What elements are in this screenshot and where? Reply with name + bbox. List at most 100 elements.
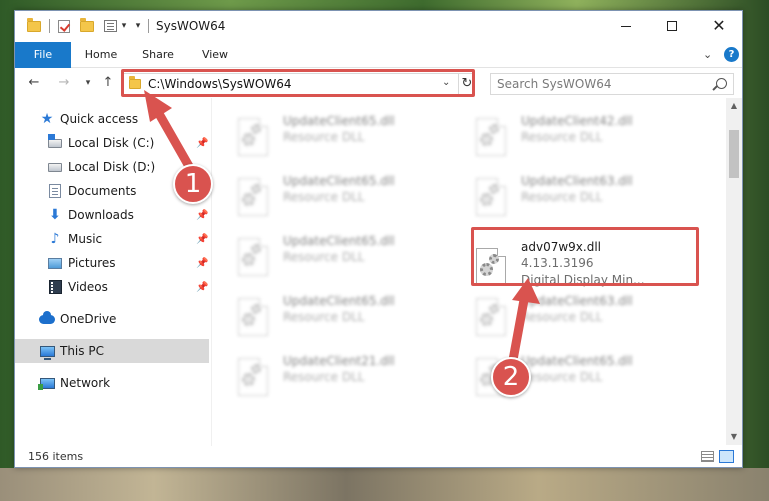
file-name: UpdateClient65.dll [283,114,395,128]
sidebar-item-label: This PC [60,344,104,358]
sidebar-item-label: Music [68,232,103,246]
documents-icon [47,183,63,199]
step-1-badge: 1 [173,164,213,204]
sidebar-item-local-disk-c[interactable]: Local Disk (C:) 📌 [15,131,209,155]
customize-dropdown-icon[interactable]: ▾ [119,17,129,35]
step-2-badge: 2 [491,357,531,397]
file-description: Resource DLL [283,310,365,324]
file-tile[interactable]: UpdateClient63.dll Resource DLL [450,172,680,222]
pin-icon[interactable]: 📌 [196,210,208,221]
music-icon: ♪ [50,231,60,247]
file-description: Resource DLL [283,250,365,264]
scroll-down-arrow-icon[interactable]: ▼ [726,429,742,445]
file-description: Resource DLL [521,310,603,324]
maximize-button[interactable] [649,11,695,41]
tab-view[interactable]: View [193,42,237,68]
download-icon: ⬇ [49,207,61,223]
properties-icon[interactable] [101,17,119,35]
file-tile[interactable]: UpdateClient65.dll Resource DLL [212,232,442,282]
item-count: 156 items [28,450,84,463]
file-tile[interactable]: UpdateClient65.dll Resource DLL [212,112,442,162]
large-icons-view-icon[interactable] [719,450,734,463]
tab-share[interactable]: Share [135,42,181,68]
sidebar-item-music[interactable]: ♪ Music 📌 [15,227,209,251]
file-highlight [471,227,699,286]
computer-icon [39,343,55,360]
toolbar-separator [145,17,151,35]
up-arrow-icon[interactable]: ↑ [99,74,117,92]
details-view-icon[interactable] [701,451,714,462]
minimize-icon [621,25,631,27]
scroll-up-arrow-icon[interactable]: ▲ [726,98,742,114]
tab-file[interactable]: File [15,42,71,68]
search-box[interactable]: Search SysWOW64 [490,73,734,95]
file-name: UpdateClient65.dll [283,234,395,248]
file-name: UpdateClient65.dll [283,294,395,308]
cloud-icon [39,310,55,327]
file-name: UpdateClient65.dll [521,354,633,368]
quick-access-toolbar-chevron-icon[interactable]: ▾ [131,17,145,35]
network-icon [37,375,55,391]
status-bar: 156 items [15,446,742,467]
search-icon [716,78,727,89]
file-tile[interactable]: UpdateClient65.dll Resource DLL [212,292,442,342]
forward-arrow-icon[interactable]: → [55,74,73,92]
title-bar: ▾ ▾ SysWOW64 ✕ [15,11,742,42]
new-folder-icon[interactable] [78,17,96,35]
sidebar-item-label: Local Disk (C:) [68,136,155,150]
sidebar-item-this-pc[interactable]: This PC [15,339,209,363]
pin-icon[interactable]: 📌 [196,138,208,149]
dll-file-icon [476,118,506,156]
toolbar-separator [46,17,52,35]
scrollbar-thumb[interactable] [729,130,739,178]
sidebar-item-pictures[interactable]: Pictures 📌 [15,251,209,275]
file-tile[interactable]: UpdateClient63.dll Resource DLL [450,292,680,342]
pictures-icon [47,255,63,271]
file-description: Resource DLL [521,130,603,144]
file-tile[interactable]: UpdateClient21.dll Resource DLL [212,352,442,402]
star-icon: ★ [40,111,54,127]
pin-icon[interactable]: 📌 [196,282,208,293]
search-input[interactable]: Search SysWOW64 [497,77,611,91]
sidebar-item-label: Downloads [68,208,134,222]
dll-file-icon [476,178,506,216]
sidebar-item-label: Quick access [60,112,139,126]
videos-icon [47,279,63,295]
vertical-scrollbar[interactable]: ▲ ▼ [726,98,742,445]
minimize-button[interactable] [603,11,649,41]
file-name: UpdateClient42.dll [521,114,633,128]
file-tile[interactable]: UpdateClient65.dll Resource DLL [212,172,442,222]
dll-file-icon [238,118,268,156]
tab-home[interactable]: Home [77,42,125,68]
close-button[interactable]: ✕ [696,11,742,41]
file-tile[interactable]: UpdateClient65.dll Resource DLL [450,352,680,402]
back-arrow-icon[interactable]: ← [25,74,43,92]
pin-icon[interactable]: 📌 [196,234,208,245]
properties-check-icon[interactable] [55,17,73,35]
help-icon[interactable]: ? [724,47,739,62]
file-description: Resource DLL [283,370,365,384]
sidebar-item-downloads[interactable]: ⬇ Downloads 📌 [15,203,209,227]
sidebar-item-quick-access[interactable]: ★ Quick access [15,107,209,131]
sidebar-item-onedrive[interactable]: OneDrive [15,307,209,331]
recent-locations-chevron-icon[interactable]: ▾ [79,74,97,92]
sidebar-item-label: Network [60,376,111,390]
drive-icon [47,133,63,151]
sidebar-item-label: Local Disk (D:) [68,160,156,174]
file-tile[interactable]: UpdateClient42.dll Resource DLL [450,112,680,162]
pin-icon[interactable]: 📌 [196,258,208,269]
maximize-icon [667,21,677,31]
close-icon: ✕ [712,16,726,35]
expand-ribbon-chevron-icon[interactable]: ⌄ [703,48,712,61]
file-description: Resource DLL [283,130,365,144]
sidebar-item-label: Videos [68,280,108,294]
sidebar-item-label: Documents [68,184,137,198]
file-description: Resource DLL [521,370,603,384]
sidebar-item-network[interactable]: Network [15,371,209,395]
sidebar-item-videos[interactable]: Videos 📌 [15,275,209,299]
dll-file-icon [476,298,506,336]
window-title: SysWOW64 [156,19,226,33]
sidebar-item-label: Pictures [68,256,116,270]
dll-file-icon [238,178,268,216]
file-name: UpdateClient21.dll [283,354,395,368]
